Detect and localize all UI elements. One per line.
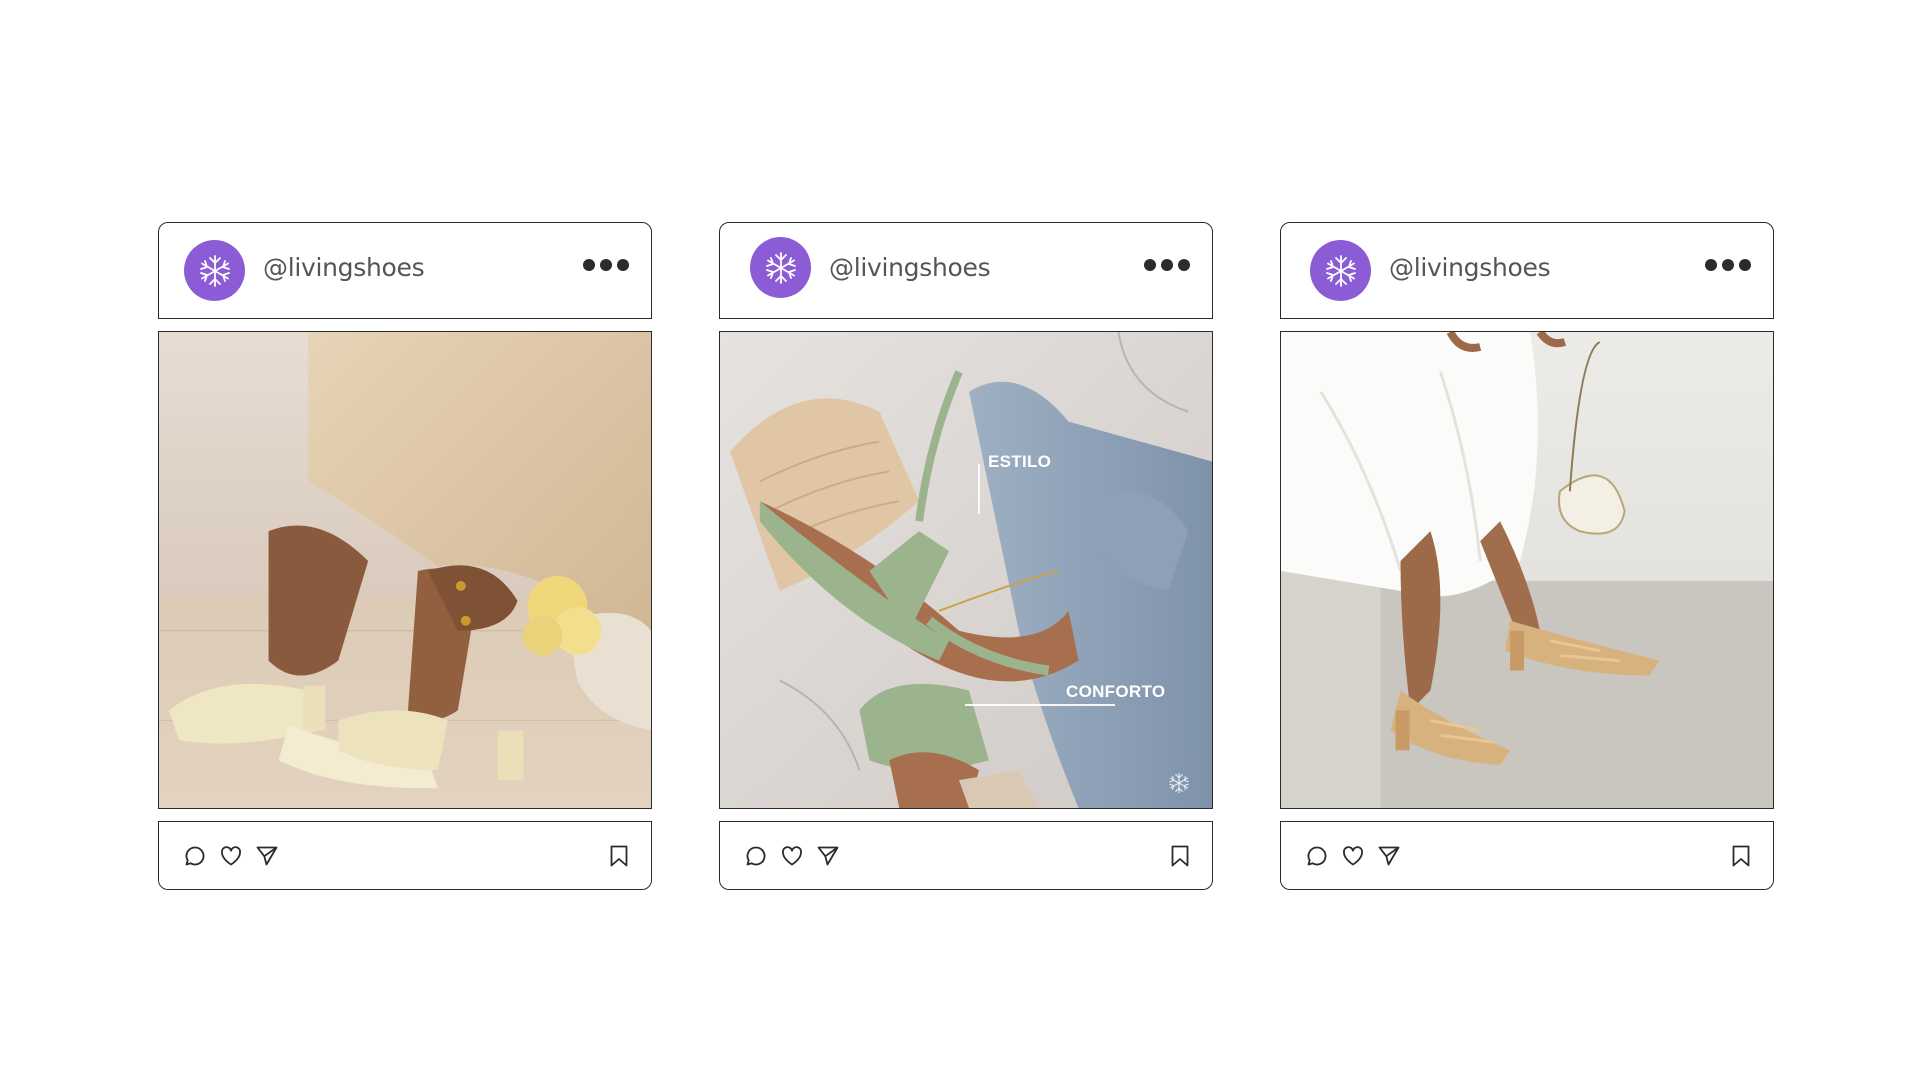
post-footer [1280,821,1774,890]
heart-icon[interactable] [1341,844,1365,868]
heart-icon[interactable] [219,844,243,868]
username[interactable]: @livingshoes [263,253,425,282]
username[interactable]: @livingshoes [1389,253,1551,282]
comment-icon[interactable] [1305,844,1329,868]
send-icon[interactable] [816,844,840,868]
avatar[interactable] [184,240,245,301]
cream-ruched-sandals-photo [159,332,651,808]
post-card-3: @livingshoes [1280,222,1774,890]
send-icon[interactable] [1377,844,1401,868]
avatar[interactable] [750,237,811,298]
snowflake-logo-icon [1321,251,1361,291]
post-card-2: @livingshoes ESTILO CONFORTO [719,222,1213,890]
snowflake-logo-icon [761,248,801,288]
send-icon[interactable] [255,844,279,868]
more-dots-icon[interactable] [1144,259,1190,271]
sage-strappy-heel-photo [720,332,1212,808]
post-image[interactable] [1280,331,1774,809]
comment-icon[interactable] [183,844,207,868]
gold-slingback-sandals-photo [1281,332,1773,808]
bookmark-icon[interactable] [1168,844,1192,868]
post-footer [158,821,652,890]
more-dots-icon[interactable] [583,259,629,271]
snowflake-logo-icon [195,251,235,291]
more-dots-icon[interactable] [1705,259,1751,271]
post-image[interactable] [158,331,652,809]
comment-icon[interactable] [744,844,768,868]
post-footer [719,821,1213,890]
snowflake-watermark-icon [1166,770,1192,796]
post-header: @livingshoes [1280,222,1774,319]
post-image[interactable]: ESTILO CONFORTO [719,331,1213,809]
username[interactable]: @livingshoes [829,253,991,282]
heart-icon[interactable] [780,844,804,868]
post-header: @livingshoes [158,222,652,319]
bookmark-icon[interactable] [1729,844,1753,868]
bookmark-icon[interactable] [607,844,631,868]
post-card-1: @livingshoes [158,222,652,890]
avatar[interactable] [1310,240,1371,301]
label-pointer-line [978,464,980,514]
overlay-label-conforto: CONFORTO [1066,682,1166,701]
overlay-label-estilo: ESTILO [988,452,1052,471]
label-pointer-line [965,704,1115,706]
post-header: @livingshoes [719,222,1213,319]
